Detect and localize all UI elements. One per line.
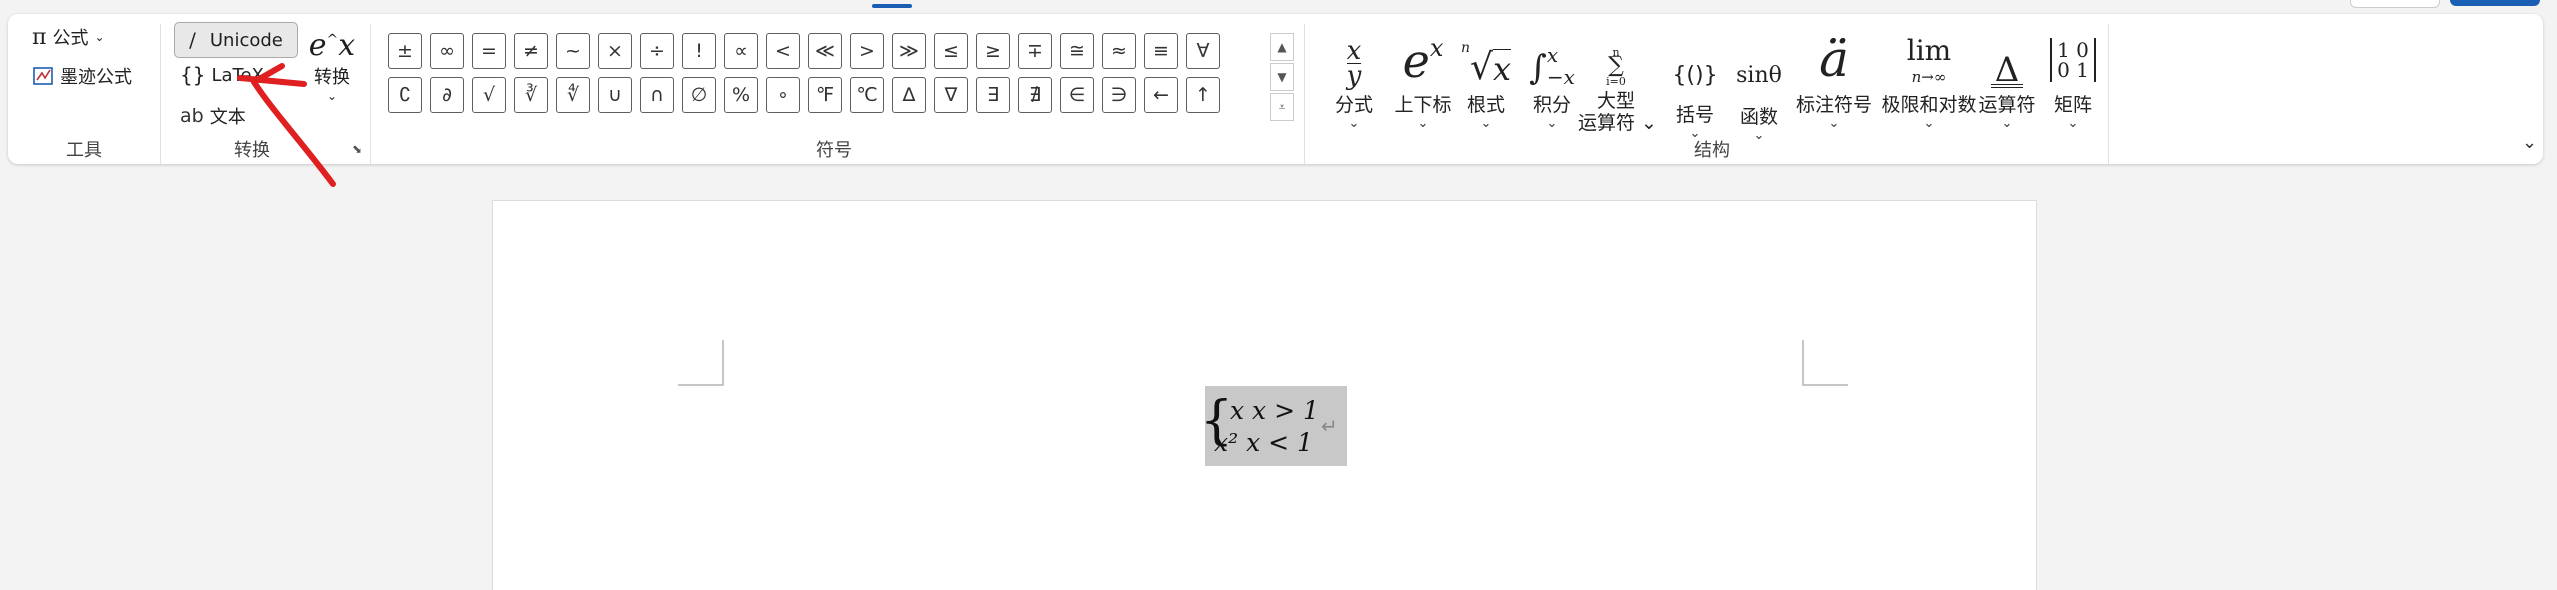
- annotation-arrow: [237, 63, 336, 187]
